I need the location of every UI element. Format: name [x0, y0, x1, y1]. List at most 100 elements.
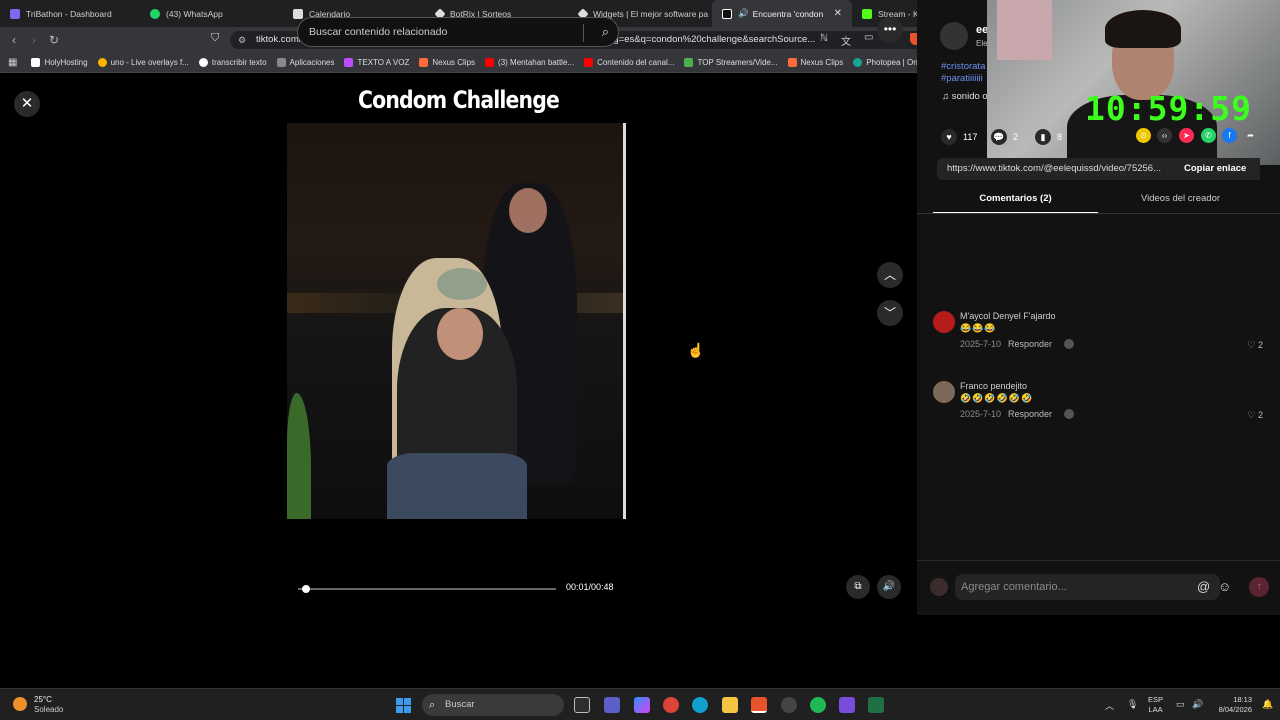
microphone-icon[interactable]: 🎙: [1127, 699, 1138, 710]
input-language[interactable]: ESP LAA: [1148, 695, 1163, 715]
obs-icon[interactable]: [781, 697, 797, 713]
spotify-icon[interactable]: [810, 697, 826, 713]
embed-icon[interactable]: ‹›: [1157, 128, 1172, 143]
nexus-icon: [787, 58, 797, 67]
grid-app-icon[interactable]: [839, 697, 855, 713]
commenter-name[interactable]: Franco pendejito: [960, 381, 1027, 391]
tab-tribathon[interactable]: TriBathon - Dashboard: [0, 0, 140, 27]
tray-chevron-up-icon[interactable]: ︿: [1105, 699, 1114, 712]
webcam-overlay: [987, 0, 1280, 165]
close-icon: ✕: [20, 95, 34, 112]
start-tile: [396, 706, 403, 713]
youtube-icon: [485, 58, 495, 67]
volume-tray-icon[interactable]: 🔊: [1192, 699, 1203, 710]
chevron-up-icon: ︿: [883, 268, 896, 282]
comment-like-button[interactable]: ♡ 2: [1247, 340, 1263, 351]
person-sitting-head: [437, 308, 483, 360]
comment-input[interactable]: Agregar comentario...: [955, 574, 1220, 600]
save-button[interactable]: ▮ 8: [1035, 129, 1062, 145]
notifications-icon[interactable]: 🔔: [1262, 699, 1273, 710]
comment-icon: 💬: [991, 129, 1007, 145]
tab-creator-videos[interactable]: Videos del creador: [1098, 189, 1263, 214]
more-options-button[interactable]: •••: [877, 17, 903, 43]
bookmark-top-streamers[interactable]: TOP Streamers/Vide...: [684, 58, 778, 67]
emoji-icon[interactable]: ☺: [1218, 579, 1231, 594]
bookmark-contenido-canal[interactable]: Contenido del canal...: [584, 58, 674, 67]
close-tab-icon[interactable]: ✕: [834, 8, 842, 19]
apps-grid-icon[interactable]: ▦: [8, 57, 17, 68]
forward-icon[interactable]: ›: [24, 33, 44, 47]
task-view-icon[interactable]: [574, 697, 590, 713]
site-info-icon[interactable]: ⚙: [238, 31, 246, 49]
comment-item: M'aycol Denyel F'ajardo 😂😂😂 2025-7-10 Re…: [933, 311, 1263, 371]
apps-icon: [276, 58, 286, 67]
comment-like-button[interactable]: ♡ 2: [1247, 410, 1263, 421]
system-clock[interactable]: 18:13 8/04/2026: [1208, 695, 1252, 715]
hashtag-link[interactable]: #cristorata: [941, 61, 985, 72]
edge-icon[interactable]: [692, 697, 708, 713]
bookmark-transcribir[interactable]: transcribir texto: [198, 58, 267, 67]
video-title-overlay: Condom Challenge: [358, 86, 560, 114]
next-video-button[interactable]: ﹀: [877, 300, 903, 326]
tab-whatsapp[interactable]: (43) WhatsApp: [140, 0, 283, 27]
bookmark-page-icon[interactable]: ⛉: [211, 32, 219, 45]
read-aloud-icon[interactable]: ℕ: [820, 33, 828, 44]
weather-icon[interactable]: [13, 697, 27, 711]
picture-in-picture-button[interactable]: ⧉: [846, 575, 870, 599]
stream-timer: 10:59:59: [1085, 89, 1252, 128]
comment-button[interactable]: 💬 2: [991, 129, 1018, 145]
back-icon[interactable]: ‹: [4, 33, 24, 47]
reply-button[interactable]: Responder: [1008, 339, 1052, 349]
creator-avatar[interactable]: [940, 22, 968, 50]
bookmark-mentahan[interactable]: (3) Mentahan battle...: [485, 58, 574, 67]
volume-button[interactable]: 🔊: [877, 575, 901, 599]
windows-start-icon[interactable]: [396, 698, 411, 713]
tab-comments[interactable]: Comentarios (2): [933, 189, 1098, 214]
bookmark-texto-a-voz[interactable]: TEXTO A VOZ: [344, 58, 409, 67]
file-explorer-icon[interactable]: [722, 697, 738, 713]
bookmark-nexus-clips-2[interactable]: Nexus Clips: [787, 58, 843, 67]
bookmark-aplicaciones[interactable]: Aplicaciones: [276, 58, 334, 67]
network-icon[interactable]: ▭: [1176, 699, 1185, 710]
bookmark-nexus-clips[interactable]: Nexus Clips: [419, 58, 475, 67]
translate-icon[interactable]: 文: [841, 33, 851, 48]
comment-text: 😂😂😂: [960, 323, 997, 333]
reply-button[interactable]: Responder: [1008, 409, 1052, 419]
send-icon[interactable]: ➤: [1179, 128, 1194, 143]
bookmark-uno-overlays[interactable]: uno - Live overlays f...: [97, 58, 189, 67]
video-player[interactable]: [287, 123, 626, 519]
share-coin-icon[interactable]: ⊙: [1136, 128, 1151, 143]
related-search-input[interactable]: Buscar contenido relacionado ⌕: [297, 17, 619, 47]
kick-icon: [862, 8, 872, 19]
commenter-name[interactable]: M'aycol Denyel F'ajardo: [960, 311, 1055, 321]
bookmark-holyhosting[interactable]: HolyHosting: [31, 58, 88, 67]
user-avatar[interactable]: [930, 578, 948, 596]
tab-tiktok-active[interactable]: 🔊Encuentra 'condon cha✕: [712, 0, 852, 27]
share-arrow-icon[interactable]: ➦: [1243, 128, 1258, 143]
facebook-share-icon[interactable]: f: [1222, 128, 1237, 143]
brave-icon[interactable]: [751, 697, 767, 713]
chrome-icon[interactable]: [663, 697, 679, 713]
teams-icon[interactable]: [604, 697, 620, 713]
copilot-icon[interactable]: [634, 697, 650, 713]
commenter-avatar[interactable]: [933, 381, 955, 403]
mention-icon[interactable]: @: [1197, 579, 1210, 594]
volume-icon: 🔊: [882, 581, 896, 592]
whatsapp-share-icon[interactable]: ✆: [1201, 128, 1216, 143]
pip-icon: ⧉: [854, 581, 862, 592]
previous-video-button[interactable]: ︿: [877, 262, 903, 288]
reload-icon[interactable]: ↻: [44, 33, 64, 47]
like-button[interactable]: ♥ 117: [941, 129, 977, 145]
reaction-icon[interactable]: [1064, 409, 1074, 419]
cast-icon[interactable]: ▭: [864, 32, 873, 43]
commenter-avatar[interactable]: [933, 311, 955, 333]
close-video-button[interactable]: ✕: [14, 91, 40, 117]
search-icon[interactable]: ⌕: [602, 23, 609, 41]
excel-icon[interactable]: [868, 697, 884, 713]
copy-link-button[interactable]: Copiar enlace: [1184, 158, 1260, 180]
taskbar-search[interactable]: ⌕ Buscar: [422, 694, 564, 716]
send-comment-button[interactable]: ↑: [1249, 577, 1269, 597]
hashtag-link[interactable]: #paratiiiiiii: [941, 73, 983, 84]
reaction-icon[interactable]: [1064, 339, 1074, 349]
progress-track[interactable]: [298, 588, 556, 590]
